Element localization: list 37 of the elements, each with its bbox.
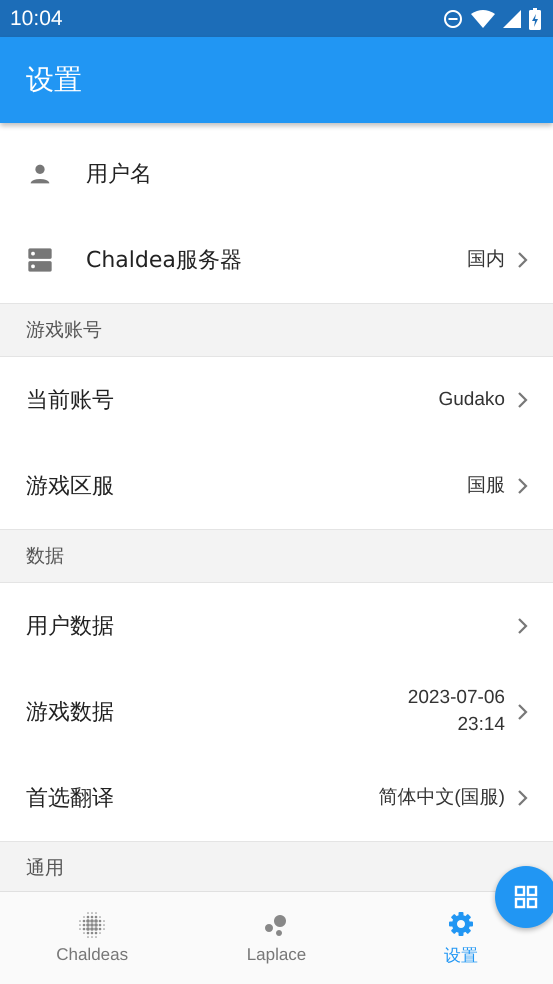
nav-tab[interactable]: Laplace [184, 892, 369, 984]
wifi-icon [471, 10, 495, 28]
page-title: 设置 [26, 62, 82, 98]
row-value: 简体中文(国服) [378, 786, 505, 810]
row-label: 当前账号 [26, 387, 115, 415]
settings-row[interactable]: 用户数据 [0, 583, 553, 669]
clock-time: 10:04 [10, 6, 63, 30]
row-value: Gudako [438, 388, 505, 412]
row-value: 2023-07-06 23:14 [408, 686, 505, 737]
tab-label: Chaldeas [56, 945, 128, 965]
tab-label: 设置 [444, 944, 478, 966]
do-not-disturb-icon [443, 8, 463, 28]
server-icon [26, 246, 54, 274]
signal-icon [503, 10, 521, 28]
row-label: 用户名 [86, 161, 153, 189]
settings-row[interactable]: 首选翻译 简体中文(国服) [0, 755, 553, 841]
row-label: 游戏区服 [26, 473, 115, 501]
settings-row[interactable]: 当前账号 Gudako [0, 357, 553, 443]
section-title: 游戏账号 [26, 318, 102, 343]
settings-row[interactable]: 游戏数据 2023-07-06 23:14 [0, 669, 553, 755]
row-label: Chaldea服务器 [86, 247, 243, 275]
row-value: 国内 [467, 248, 505, 272]
section-title: 数据 [26, 544, 64, 569]
row-label: 用户数据 [26, 613, 115, 641]
gear-icon [446, 910, 475, 938]
nav-tab[interactable]: Chaldeas [0, 892, 184, 984]
section-title: 通用 [26, 856, 64, 881]
row-label: 游戏数据 [26, 699, 115, 727]
settings-row[interactable]: 游戏区服 国服 [0, 443, 553, 529]
tab-label: Laplace [246, 945, 306, 965]
dot-grid-icon [78, 911, 106, 939]
battery-icon [529, 8, 541, 30]
settings-row[interactable]: 用户名 [0, 131, 553, 217]
row-label: 首选翻译 [26, 785, 115, 813]
row-value: 国服 [467, 474, 505, 498]
settings-row[interactable]: Chaldea服务器 国内 [0, 217, 553, 303]
grid-icon [514, 885, 538, 909]
